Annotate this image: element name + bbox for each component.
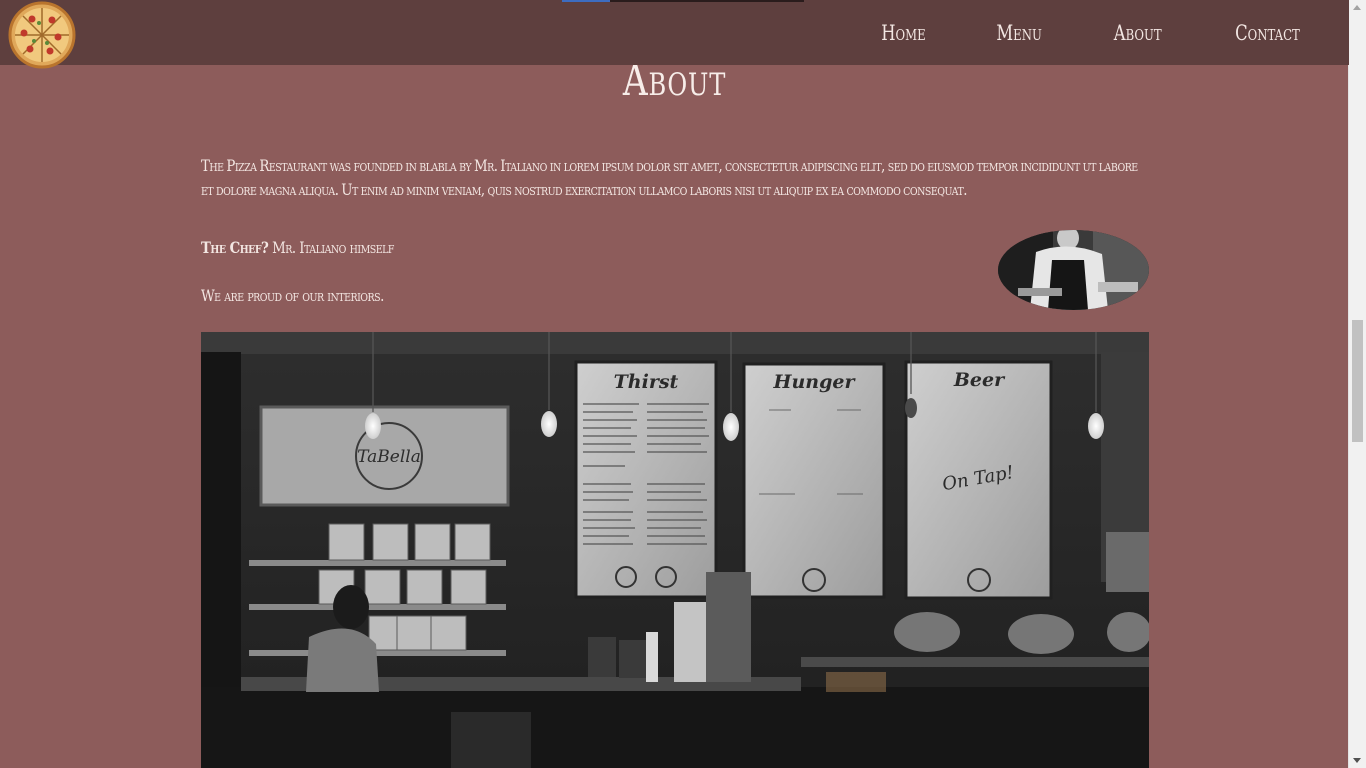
scroll-down-arrow-icon[interactable] [1353,758,1361,763]
nav-links: Home Menu About Contact [875,0,1309,65]
page-scrollbar[interactable] [1348,0,1366,768]
scroll-progress-bar [562,0,804,2]
chef-line: The Chef? Mr. Italiano himself [201,236,394,260]
menu-board-beer: Beer [953,369,1006,391]
nav-menu-link[interactable]: Menu [997,21,1042,45]
scroll-up-arrow-icon[interactable] [1353,5,1361,10]
menu-board-hunger: Hunger [773,371,857,393]
about-intro-text: The Pizza Restaurant was founded in blab… [201,157,1138,199]
nav-contact-link[interactable]: Contact [1235,21,1300,45]
chef-label: The Chef? [201,238,269,257]
about-content: The Pizza Restaurant was founded in blab… [201,154,1149,305]
chef-value: Mr. Italiano himself [272,239,394,257]
top-navbar: Home Menu About Contact [0,0,1349,69]
wall-sign-text: TaBella [357,447,421,467]
page: TaBella Thirst Hunger Beer On Tap! About… [0,0,1366,768]
pizza-logo-icon[interactable] [8,1,76,69]
chef-photo [998,230,1149,310]
scroll-progress-fill [562,0,611,2]
nav-home-link[interactable]: Home [882,21,926,45]
nav-about-link[interactable]: About [1113,21,1161,45]
interior-photo: TaBella Thirst Hunger Beer On Tap! [201,332,1149,768]
menu-board-thirst: Thirst [614,371,679,393]
scrollbar-thumb[interactable] [1352,320,1363,442]
interiors-text: We are proud of our interiors. [201,287,384,305]
